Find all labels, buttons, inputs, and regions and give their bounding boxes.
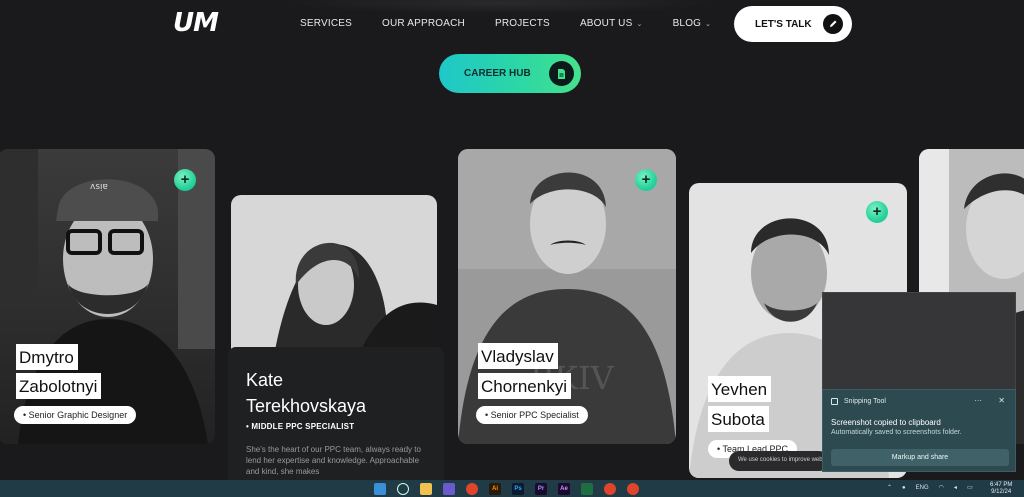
chrome-icon[interactable]	[466, 483, 478, 495]
nav-services[interactable]: SERVICES	[300, 18, 352, 29]
document-icon	[549, 61, 574, 86]
member-first-name: Vladyslav	[478, 343, 558, 369]
chrome-profile-icon-2[interactable]	[627, 483, 639, 495]
portrait-photo: RKIV	[458, 149, 676, 444]
main-nav: SERVICES OUR APPROACH PROJECTS ABOUT US ⌄…	[300, 18, 741, 29]
toast-app-name: Snipping Tool	[831, 398, 886, 405]
mic-icon[interactable]: ●	[902, 485, 906, 491]
member-last-name: Chornenkyi	[478, 373, 571, 399]
career-hub-label: CAREER HUB	[464, 68, 531, 79]
system-tray: ⌃ ● ENG ◠ ◂ ▭	[887, 484, 983, 492]
toast-subtext: Automatically saved to screenshots folde…	[831, 429, 962, 436]
close-icon[interactable]: ✕	[998, 396, 1005, 405]
copilot-icon[interactable]	[443, 483, 455, 495]
illustrator-icon[interactable]: Ai	[489, 483, 501, 495]
lets-talk-button[interactable]: LET'S TALK	[734, 6, 852, 42]
pencil-icon	[823, 14, 843, 34]
nav-label: OUR APPROACH	[382, 18, 465, 29]
clock[interactable]: 6:47 PM 9/12/24	[990, 482, 1012, 496]
clock-date: 9/12/24	[991, 489, 1012, 495]
member-role: • MIDDLE PPC SPECIALIST	[246, 422, 355, 431]
site-logo[interactable]: UM	[173, 8, 219, 38]
nav-label: BLOG	[672, 18, 702, 29]
snip-preview[interactable]	[822, 292, 1016, 389]
team-card-vladyslav[interactable]: RKIV + Vladyslav Chornenkyi • Senior PPC…	[458, 149, 676, 444]
member-first-name: Dmytro	[16, 344, 78, 370]
nav-projects[interactable]: PROJECTS	[495, 18, 550, 29]
nav-blog[interactable]: BLOG ⌄	[673, 18, 712, 29]
member-first-name: Kate	[246, 370, 284, 390]
nav-label: ABOUT US	[579, 18, 633, 29]
battery-icon[interactable]: ▭	[967, 484, 973, 491]
expand-plus-icon[interactable]: +	[635, 169, 657, 191]
toast-app-label: Snipping Tool	[844, 398, 886, 405]
more-options-icon[interactable]: ···	[974, 396, 982, 405]
toast-heading: Screenshot copied to clipboard	[831, 418, 941, 427]
language-indicator[interactable]: ENG	[916, 485, 929, 491]
excel-icon[interactable]	[581, 483, 593, 495]
team-card-dmytro[interactable]: ʌsᴉɐ + Dmytro Zabolotnyi • Senior Graphi…	[0, 149, 215, 444]
markup-and-share-button[interactable]: Markup and share	[831, 449, 1009, 466]
member-first-name: Yevhen	[708, 376, 772, 402]
member-role: • Senior Graphic Designer	[14, 406, 137, 424]
header-glow	[280, 0, 720, 14]
chevron-down-icon: ⌄	[705, 20, 712, 28]
career-hub-button[interactable]: CAREER HUB	[439, 54, 581, 93]
svg-text:ʌsᴉɐ: ʌsᴉɐ	[90, 182, 108, 192]
chrome-profile-icon[interactable]	[604, 483, 616, 495]
member-full-name: Kate Terekhovskaya	[246, 367, 426, 419]
member-description: She's the heart of our PPC team, always …	[246, 445, 421, 476]
member-last-name: Subota	[708, 406, 769, 432]
search-icon[interactable]	[397, 483, 409, 495]
expand-plus-icon[interactable]: +	[866, 201, 888, 223]
lets-talk-label: LET'S TALK	[755, 18, 812, 30]
member-role: • Senior PPC Specialist	[476, 406, 588, 424]
member-last-name: Zabolotnyi	[16, 373, 102, 399]
start-icon[interactable]	[374, 483, 386, 495]
cookie-notice[interactable]: We use cookies to improve website	[729, 451, 829, 471]
nav-our-approach[interactable]: OUR APPROACH	[382, 18, 465, 29]
member-info-panel: Kate Terekhovskaya • MIDDLE PPC SPECIALI…	[228, 347, 444, 497]
page: UM SERVICES OUR APPROACH PROJECTS ABOUT …	[0, 0, 1024, 497]
photoshop-icon[interactable]: Ps	[512, 483, 524, 495]
member-last-name: Terekhovskaya	[246, 396, 367, 416]
taskbar-apps: Ai Ps Pr Ae	[374, 483, 650, 495]
portrait-photo: ʌsᴉɐ	[0, 149, 215, 444]
chevron-down-icon: ⌄	[636, 20, 643, 28]
snipping-tool-icon	[831, 398, 838, 405]
file-explorer-icon[interactable]	[420, 483, 432, 495]
nav-about-us[interactable]: ABOUT US ⌄	[580, 18, 643, 29]
premiere-icon[interactable]: Pr	[535, 483, 547, 495]
taskbar: Ai Ps Pr Ae ⌃ ● ENG ◠ ◂ ▭ 6:47 PM 9/12/2…	[0, 480, 1024, 497]
expand-plus-icon[interactable]: +	[174, 169, 196, 191]
chevron-up-icon[interactable]: ⌃	[887, 484, 892, 491]
nav-label: PROJECTS	[494, 18, 550, 29]
volume-icon[interactable]: ◂	[954, 484, 957, 491]
wifi-icon[interactable]: ◠	[939, 484, 944, 491]
after-effects-icon[interactable]: Ae	[558, 483, 570, 495]
toast-controls: ··· ✕	[960, 396, 1005, 405]
nav-label: SERVICES	[300, 18, 352, 29]
clock-time: 6:47 PM	[990, 482, 1013, 488]
snipping-toast[interactable]: Snipping Tool ··· ✕ Screenshot copied to…	[822, 389, 1016, 472]
